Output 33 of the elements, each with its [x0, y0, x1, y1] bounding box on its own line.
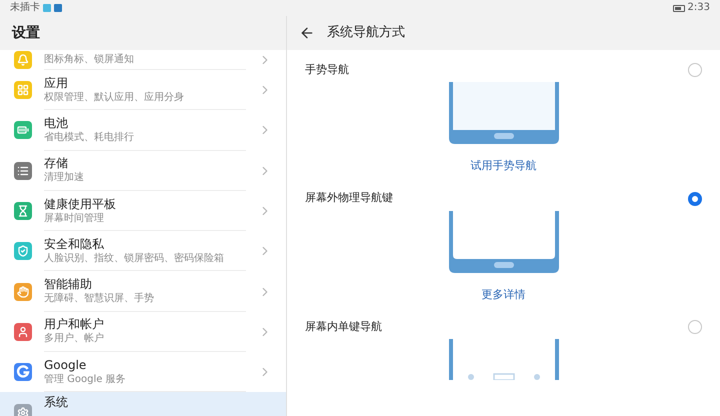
option-label: 屏幕外物理导航键	[305, 190, 393, 206]
radio-button[interactable]	[688, 192, 702, 206]
battery-icon	[672, 4, 685, 12]
item-subtitle: 省电模式、耗电排行	[44, 130, 135, 144]
item-subtitle: 管理 Google 服务	[44, 372, 127, 386]
page-title: 设置	[12, 24, 40, 42]
option-label: 屏幕内单键导航	[305, 318, 382, 335]
radio-button[interactable]	[688, 63, 702, 77]
sim-status: 未插卡	[10, 3, 40, 13]
back-icon[interactable]	[299, 25, 315, 41]
link[interactable]: 更多详情	[482, 286, 526, 303]
item-title: 系统	[44, 395, 69, 410]
item-subtitle: 屏幕时间管理	[44, 212, 105, 225]
item-subtitle: 人脸识别、指纹、锁屏密码、密码保险箱	[44, 252, 225, 265]
item-title: 电池	[44, 116, 69, 131]
item-subtitle: 权限管理、默认应用、应用分身	[44, 90, 185, 104]
item-title: 用户和帐户	[44, 317, 105, 332]
item-subtitle: 多用户、帐户	[44, 332, 105, 346]
clock: 2:33	[688, 3, 710, 13]
item-subtitle: 清理加速	[44, 171, 85, 184]
settings-item[interactable]: 系统	[0, 392, 286, 416]
option-label: 手势导航	[305, 62, 349, 78]
page-title: 系统导航方式	[327, 24, 405, 42]
item-title: 安全和隐私	[44, 236, 105, 252]
item-title: 应用	[44, 76, 69, 91]
item-title: Google	[44, 358, 88, 373]
radio-button[interactable]	[688, 320, 702, 334]
item-title: 健康使用平板	[44, 196, 117, 212]
item-title: 存储	[44, 156, 69, 172]
item-subtitle: 无障碍、智慧识屏、手势	[44, 292, 155, 306]
item-subtitle: 图标角标、锁屏通知	[44, 53, 135, 66]
link[interactable]: 试用手势导航	[470, 158, 536, 174]
item-title: 智能辅助	[44, 277, 93, 292]
